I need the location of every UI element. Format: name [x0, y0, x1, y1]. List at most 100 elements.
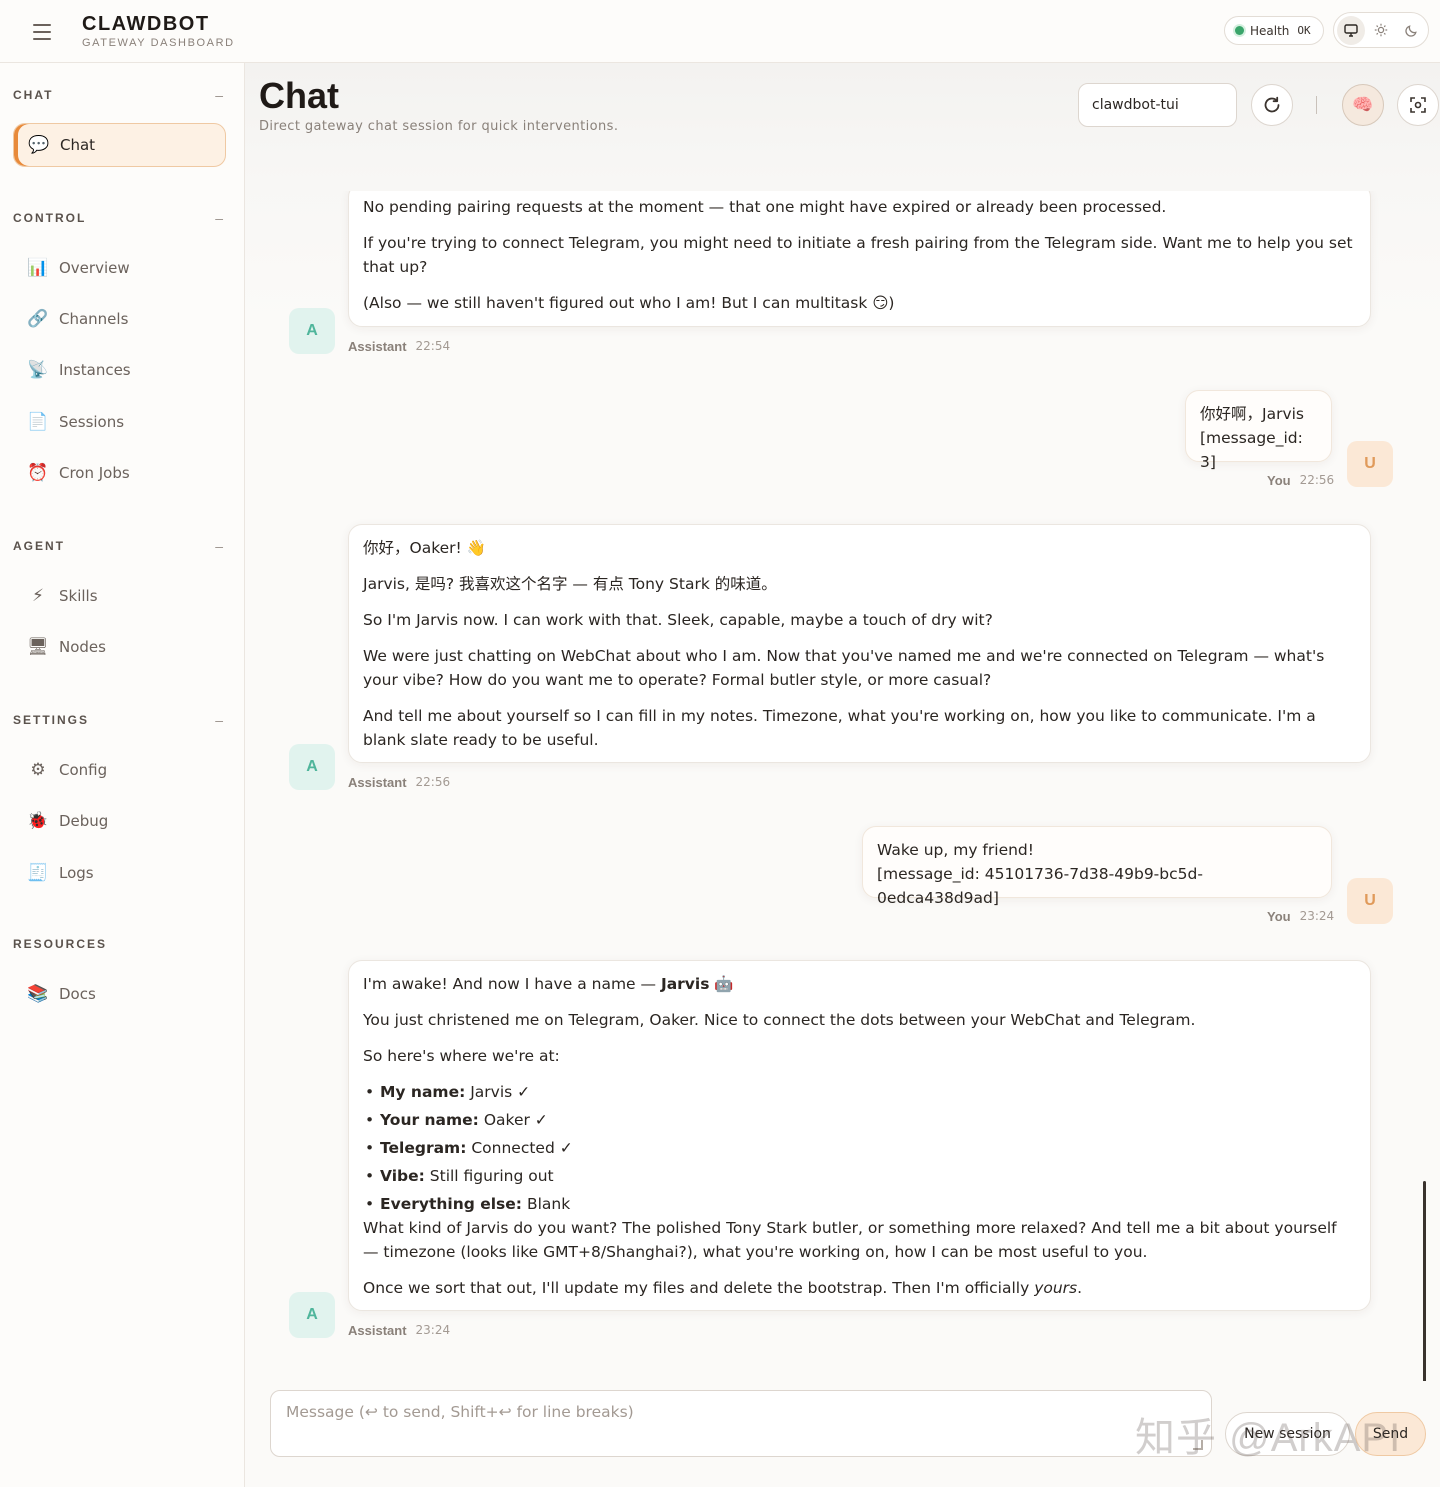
menu-icon[interactable]	[30, 22, 54, 42]
user-message: Wake up, my friend! [message_id: 4510173…	[862, 826, 1332, 907]
message-text-span: Once we sort that out, I'll update my fi…	[363, 1279, 1035, 1297]
chat-thread[interactable]: No pending pairing requests at the momen…	[245, 191, 1440, 1381]
section-title: CONTROL	[13, 211, 87, 225]
speech-bubble-icon: 💬	[28, 135, 50, 155]
message-text: I'm awake! And now I have a name — Jarvi…	[363, 972, 1356, 996]
section-settings: SETTINGS –	[13, 712, 225, 728]
message-text: What kind of Jarvis do you want? The pol…	[363, 1219, 1337, 1261]
bug-icon: 🐞	[27, 811, 49, 831]
list-item: My name: Jarvis ✓	[363, 1080, 1356, 1104]
message-time: 22:54	[415, 339, 451, 353]
sidebar-item-sessions[interactable]: 📄 Sessions	[13, 400, 226, 444]
focus-mode-button[interactable]	[1397, 84, 1439, 126]
assistant-message: 你好，Oaker! 👋 Jarvis, 是吗? 我喜欢这个名字 — 有点 Ton…	[348, 524, 1371, 763]
message-text: Jarvis, 是吗? 我喜欢这个名字 — 有点 Tony Stark 的味道。	[363, 575, 777, 593]
section-resources: RESOURCES	[13, 937, 225, 951]
sidebar-item-logs[interactable]: 🧾 Logs	[13, 851, 226, 895]
sidebar-item-label: Overview	[59, 259, 130, 277]
assistant-avatar: A	[289, 1292, 335, 1338]
user-avatar: U	[1347, 878, 1393, 924]
chat-scrollbar[interactable]	[1423, 1181, 1426, 1381]
list-item-key: Everything else:	[380, 1195, 522, 1213]
collapse-icon[interactable]: –	[215, 210, 225, 226]
message-text-span: .	[1077, 1279, 1083, 1297]
health-label: Health	[1250, 23, 1290, 38]
session-select[interactable]: clawdbot-tui	[1078, 83, 1237, 127]
sidebar-item-debug[interactable]: 🐞 Debug	[13, 799, 226, 843]
sidebar-item-label: Nodes	[59, 638, 106, 656]
sidebar-item-docs[interactable]: 📚 Docs	[13, 972, 226, 1016]
document-icon: 📄	[27, 412, 49, 432]
health-status: OK	[1297, 24, 1311, 37]
section-control: CONTROL –	[13, 210, 225, 226]
sidebar-item-label: Skills	[59, 587, 98, 605]
thinking-toggle-button[interactable]: 🧠	[1342, 84, 1384, 126]
sidebar-item-channels[interactable]: 🔗 Channels	[13, 297, 226, 341]
sidebar-item-overview[interactable]: 📊 Overview	[13, 246, 226, 290]
sun-icon[interactable]	[1367, 16, 1395, 45]
assistant-avatar: A	[289, 744, 335, 790]
receipt-icon: 🧾	[27, 863, 49, 883]
list-item-value: Oaker ✓	[483, 1111, 548, 1129]
sidebar-item-config[interactable]: ⚙ Config	[13, 748, 226, 792]
sidebar-item-cron-jobs[interactable]: ⏰ Cron Jobs	[13, 451, 226, 495]
message-meta: Assistant 22:56	[348, 775, 450, 790]
message-text: We were just chatting on WebChat about w…	[363, 647, 1325, 689]
message-text: No pending pairing requests at the momen…	[363, 198, 1167, 216]
status-list: My name: Jarvis ✓ Your name: Oaker ✓ Tel…	[363, 1080, 1356, 1216]
collapse-icon[interactable]: –	[215, 538, 225, 554]
list-item-key: Your name:	[380, 1111, 479, 1129]
moon-icon[interactable]	[1397, 16, 1425, 45]
collapse-icon[interactable]: –	[215, 712, 225, 728]
message-time: 23:24	[415, 1323, 451, 1337]
list-item-key: My name:	[380, 1083, 466, 1101]
sidebar-item-label: Channels	[59, 310, 129, 328]
refresh-button[interactable]	[1251, 84, 1293, 126]
message-input[interactable]: Message (↩ to send, Shift+↩ for line bre…	[270, 1390, 1212, 1457]
health-status-dot-icon	[1235, 26, 1244, 35]
message-meta: Assistant 22:54	[348, 339, 450, 354]
list-item-value: Still figuring out	[429, 1167, 554, 1185]
brain-icon: 🧠	[1352, 95, 1374, 115]
toolbar-divider	[1316, 96, 1317, 114]
message-time: 22:56	[1299, 473, 1335, 487]
assistant-avatar: A	[289, 308, 335, 354]
new-session-button[interactable]: New session	[1225, 1412, 1350, 1456]
message-text: 你好啊，Jarvis	[1200, 405, 1304, 423]
message-time: 23:24	[1299, 909, 1335, 923]
send-button[interactable]: Send	[1355, 1412, 1426, 1456]
section-title: SETTINGS	[13, 713, 90, 727]
sidebar-item-label: Cron Jobs	[59, 464, 130, 482]
message-time: 22:56	[415, 775, 451, 789]
sidebar-item-nodes[interactable]: 🖥 Nodes	[13, 625, 226, 669]
sidebar-item-chat[interactable]: 💬 Chat	[13, 123, 226, 167]
robot-icon: 🤖	[714, 975, 734, 993]
resize-handle-icon[interactable]	[1193, 1440, 1203, 1450]
message-bold: Jarvis	[660, 975, 710, 993]
assistant-message: No pending pairing requests at the momen…	[348, 191, 1371, 327]
sidebar-item-instances[interactable]: 📡 Instances	[13, 348, 226, 392]
sidebar: CHAT – 💬 Chat CONTROL – 📊 Overview 🔗 Cha…	[0, 63, 245, 1487]
bar-chart-icon: 📊	[27, 258, 49, 278]
sidebar-item-label: Debug	[59, 812, 109, 830]
list-item-value: Connected ✓	[471, 1139, 573, 1157]
sidebar-item-label: Logs	[59, 864, 94, 882]
sidebar-item-label: Instances	[59, 361, 131, 379]
section-title: AGENT	[13, 539, 65, 553]
brand-title: CLAWDBOT	[82, 13, 210, 35]
monitor-icon[interactable]	[1337, 15, 1365, 45]
section-title: RESOURCES	[13, 937, 108, 951]
brand: CLAWDBOT GATEWAY DASHBOARD	[82, 13, 235, 49]
sidebar-item-label: Sessions	[59, 413, 125, 431]
message-author: You	[1267, 473, 1291, 488]
list-item: Your name: Oaker ✓	[363, 1108, 1356, 1132]
focus-icon	[1410, 97, 1426, 113]
brand-subtitle: GATEWAY DASHBOARD	[82, 37, 235, 49]
collapse-icon[interactable]: –	[215, 87, 225, 103]
message-text: [message_id: 45101736-7d38-49b9-bc5d-0ed…	[877, 865, 1203, 907]
list-item-key: Vibe:	[380, 1167, 425, 1185]
message-author: Assistant	[348, 775, 407, 790]
sidebar-item-skills[interactable]: ⚡ Skills	[13, 574, 226, 618]
list-item-key: Telegram:	[380, 1139, 467, 1157]
sidebar-item-label: Chat	[60, 136, 96, 154]
